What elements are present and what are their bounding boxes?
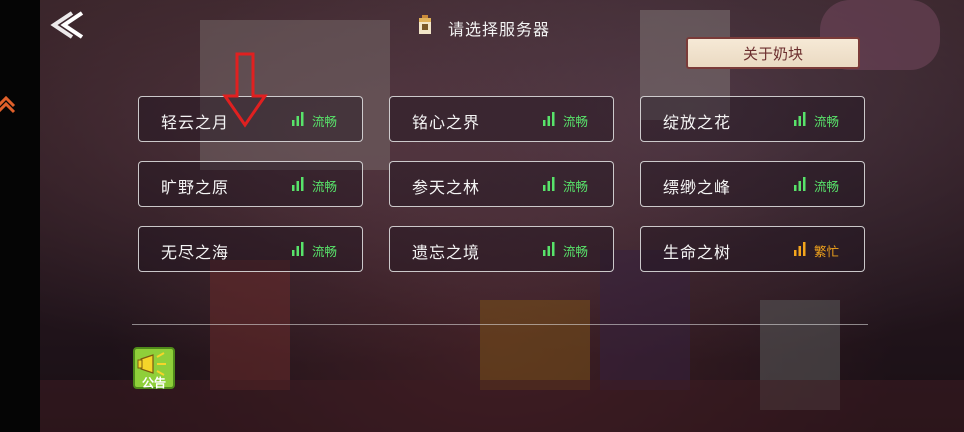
page-title: 请选择服务器 — [448, 20, 551, 39]
down-arrow-annotation-icon — [222, 52, 268, 128]
server-button[interactable]: 绽放之花 流畅 — [640, 96, 865, 142]
server-name: 铭心之界 — [412, 113, 481, 132]
server-name: 缥缈之峰 — [663, 178, 732, 197]
server-button[interactable]: 铭心之界 流畅 — [389, 96, 614, 142]
server-button[interactable]: 旷野之原 流畅 — [138, 161, 363, 207]
server-status: 流畅 — [563, 244, 589, 259]
signal-bars-icon — [543, 112, 555, 126]
notice-button[interactable]: 公告 — [133, 347, 175, 390]
signal-bars-icon — [292, 112, 304, 126]
server-status: 流畅 — [814, 179, 840, 194]
server-button[interactable]: 无尽之海 流畅 — [138, 226, 363, 272]
server-status: 流畅 — [563, 114, 589, 129]
server-button[interactable]: 缥缈之峰 流畅 — [640, 161, 865, 207]
server-name: 绽放之花 — [663, 113, 732, 132]
signal-bars-icon — [543, 242, 555, 256]
left-edge-rail — [0, 0, 40, 432]
server-name: 参天之林 — [412, 178, 481, 197]
server-status: 流畅 — [312, 244, 338, 259]
signal-bars-icon — [292, 242, 304, 256]
server-name: 轻云之月 — [161, 113, 230, 132]
signal-bars-icon — [794, 242, 806, 256]
signal-bars-icon — [794, 112, 806, 126]
signal-bars-icon — [292, 177, 304, 191]
about-button[interactable]: 关于奶块 — [686, 37, 860, 69]
server-name: 无尽之海 — [161, 243, 230, 262]
signal-bars-icon — [794, 177, 806, 191]
server-status: 繁忙 — [814, 244, 840, 259]
back-arrow-icon[interactable] — [50, 8, 90, 42]
milk-block-icon — [419, 15, 431, 34]
server-status: 流畅 — [814, 114, 840, 129]
server-name: 旷野之原 — [161, 178, 230, 197]
collapse-chevron-icon[interactable] — [0, 92, 18, 114]
notice-label: 公告 — [141, 376, 166, 390]
signal-bars-icon — [543, 177, 555, 191]
server-name: 生命之树 — [663, 243, 732, 262]
server-status: 流畅 — [312, 114, 338, 129]
server-name: 遗忘之境 — [412, 243, 481, 262]
server-status: 流畅 — [563, 179, 589, 194]
server-status: 流畅 — [312, 179, 338, 194]
server-button[interactable]: 遗忘之境 流畅 — [389, 226, 614, 272]
server-button[interactable]: 生命之树 繁忙 — [640, 226, 865, 272]
section-divider — [132, 324, 868, 325]
server-button[interactable]: 参天之林 流畅 — [389, 161, 614, 207]
